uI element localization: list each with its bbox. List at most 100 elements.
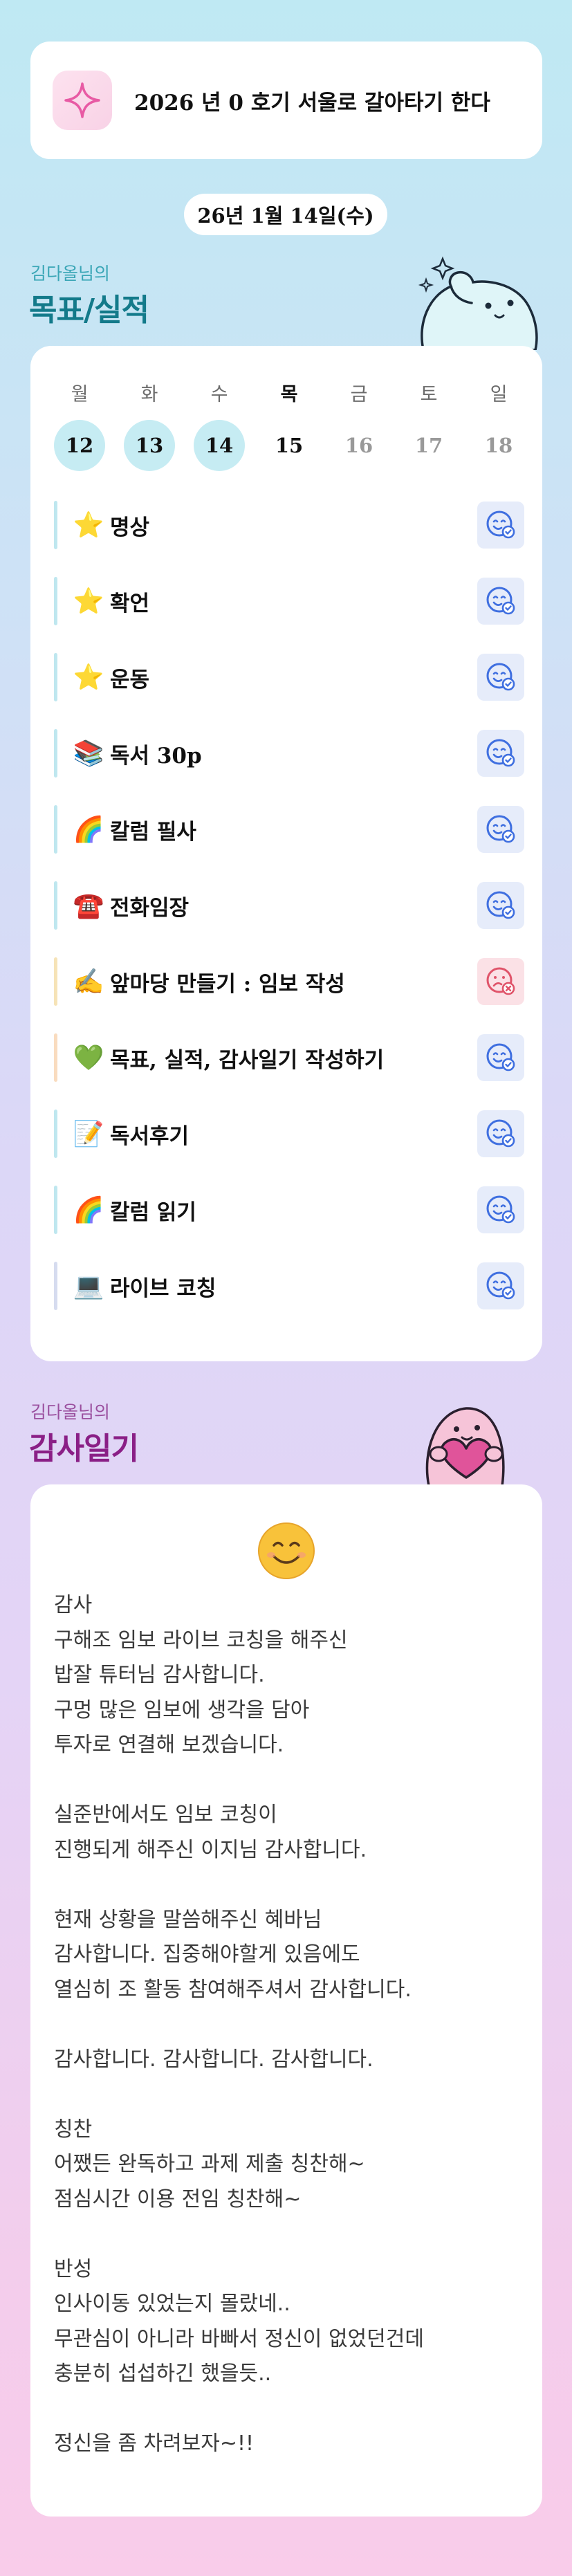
journal-line: 점심시간 이용 전임 칭찬해~ (54, 2187, 302, 2211)
journal-card: 감사구해조 임보 라이브 코칭을 해주신밥잘 튜터님 감사합니다. 구멍 많은 임… (30, 1484, 542, 2517)
weekday-sat: 토 (420, 384, 438, 405)
journal-line: 구멍 많은 임보에 생각을 담아 (54, 1698, 310, 1722)
goal-text: 2026 년 0 호기 서울로 갈아타기 한다 (134, 90, 490, 116)
gratitude-section-title: 감사일기 (29, 1431, 139, 1466)
task-label: 라이브 코칭 (110, 1276, 216, 1301)
task-accent-bar (54, 501, 57, 549)
task-label: 칼럼 필사 (110, 819, 196, 845)
task-row[interactable]: 📚 독서 30p (54, 728, 524, 779)
task-status-done-icon[interactable] (477, 1186, 524, 1233)
journal-line: 밥잘 튜터님 감사합니다. (54, 1663, 265, 1687)
task-label: 명상 (110, 515, 150, 540)
journal-line (54, 1868, 524, 1903)
task-accent-bar (54, 1110, 57, 1158)
heart-mascot-icon (425, 1407, 505, 1486)
task-accent-bar (54, 1033, 57, 1082)
task-label: 앞마당 만들기 : 임보 작성 (110, 971, 345, 997)
task-label: 운동 (110, 667, 150, 692)
task-status-done-icon[interactable] (477, 806, 524, 853)
task-emoji-icon: ✍️ (73, 968, 104, 996)
task-accent-bar (54, 881, 57, 930)
task-row[interactable]: ⭐ 운동 (54, 652, 524, 703)
journal-line (54, 2007, 524, 2043)
task-row[interactable]: ⭐ 확언 (54, 576, 524, 627)
task-row[interactable]: 📝 독서후기 (54, 1108, 524, 1159)
journal-line: 투자로 연결해 보겠습니다. (54, 1733, 284, 1757)
task-status-done-icon[interactable] (477, 882, 524, 929)
task-accent-bar (54, 805, 57, 854)
journal-line: 칭찬 (54, 2117, 93, 2142)
day-16[interactable]: 16 (333, 420, 385, 471)
task-emoji-icon: 🌈 (73, 1196, 104, 1224)
weekday-mon: 월 (71, 384, 89, 405)
task-emoji-icon: 🌈 (73, 816, 104, 844)
day-13[interactable]: 13 (124, 420, 175, 471)
journal-line: 감사 (54, 1593, 93, 1617)
day-18[interactable]: 18 (473, 420, 524, 471)
task-row[interactable]: 🌈 칼럼 필사 (54, 804, 524, 855)
weekday-wed: 수 (210, 384, 228, 405)
task-row[interactable]: ⭐ 명상 (54, 499, 524, 551)
sparkle-icon (53, 71, 112, 130)
journal-line (54, 2392, 524, 2427)
gratitude-owner-label: 김다올님의 (30, 1402, 111, 1422)
task-row[interactable]: 💚 목표, 실적, 감사일기 작성하기 (54, 1032, 524, 1083)
journal-line: 반성 (54, 2256, 93, 2281)
journal-body: 감사구해조 임보 라이브 코칭을 해주신밥잘 튜터님 감사합니다. 구멍 많은 임… (54, 1588, 524, 2462)
journal-line: 충분히 섭섭하긴 했을듯.. (54, 2362, 272, 2386)
journal-line: 어쨌든 완독하고 과제 제출 칭찬해~ (54, 2152, 365, 2176)
task-status-done-icon[interactable] (477, 730, 524, 777)
task-row[interactable]: ✍️ 앞마당 만들기 : 임보 작성 (54, 956, 524, 1007)
task-status-failed-icon[interactable] (477, 958, 524, 1005)
task-label: 칼럼 읽기 (110, 1199, 196, 1225)
goals-owner-label: 김다올님의 (30, 264, 111, 284)
task-status-done-icon[interactable] (477, 502, 524, 549)
task-status-done-icon[interactable] (477, 654, 524, 701)
task-accent-bar (54, 1186, 57, 1234)
journal-line: 구해조 임보 라이브 코칭을 해주신 (54, 1628, 348, 1653)
day-number-row: 12 13 14 15 16 17 18 (54, 420, 524, 471)
weekday-thu: 목 (280, 384, 298, 405)
journal-line: 실준반에서도 임보 코칭이 (54, 1803, 277, 1827)
task-label: 확언 (110, 591, 150, 616)
goals-section-title: 목표/실적 (29, 293, 149, 328)
ghost-mascot-icon (418, 256, 538, 350)
task-accent-bar (54, 729, 57, 778)
task-accent-bar (54, 653, 57, 701)
journal-line: 감사합니다. 감사합니다. 감사합니다. (54, 2047, 373, 2072)
journal-line: 진행되게 해주신 이지님 감사합니다. (54, 1837, 367, 1862)
journal-line (54, 2217, 524, 2252)
task-row[interactable]: ☎️ 전화임장 (54, 880, 524, 931)
weekday-tue: 화 (140, 384, 158, 405)
task-emoji-icon: ⭐ (73, 511, 104, 540)
day-14[interactable]: 14 (194, 420, 245, 471)
task-label: 목표, 실적, 감사일기 작성하기 (110, 1047, 385, 1073)
task-emoji-icon: ⭐ (73, 587, 104, 616)
journal-line: 정신을 좀 차려보자~!! (54, 2431, 255, 2456)
task-status-done-icon[interactable] (477, 1262, 524, 1309)
day-17[interactable]: 17 (403, 420, 454, 471)
day-15[interactable]: 15 (264, 420, 315, 471)
journal-line (54, 1763, 524, 1798)
journal-line (54, 2077, 524, 2113)
mood-icon (257, 1522, 315, 1580)
journal-line: 인사이동 있었는지 몰랐네.. (54, 2292, 290, 2316)
goals-card: 월 화 수 목 금 토 일 12 13 14 15 16 17 18 ⭐ 명상 ⭐ 확… (30, 346, 542, 1361)
task-label: 독서 30p (110, 743, 202, 769)
journal-line: 무관심이 아니라 바빠서 정신이 없었던건데 (54, 2326, 424, 2351)
task-row[interactable]: 🌈 칼럼 읽기 (54, 1184, 524, 1235)
task-label: 독서후기 (110, 1123, 190, 1149)
journal-line: 현재 상황을 말씀해주신 혜바님 (54, 1907, 322, 1932)
task-status-done-icon[interactable] (477, 1110, 524, 1157)
task-emoji-icon: 💻 (73, 1272, 104, 1300)
task-status-done-icon[interactable] (477, 1034, 524, 1081)
journal-line: 감사합니다. 집중해야할게 있음에도 (54, 1942, 360, 1967)
task-row[interactable]: 💻 라이브 코칭 (54, 1260, 524, 1312)
task-emoji-icon: 📚 (73, 739, 104, 768)
weekday-fri: 금 (350, 384, 368, 405)
weekday-sun: 일 (490, 384, 508, 405)
day-12[interactable]: 12 (54, 420, 105, 471)
task-accent-bar (54, 957, 57, 1006)
goal-banner: 2026 년 0 호기 서울로 갈아타기 한다 (30, 42, 542, 159)
task-status-done-icon[interactable] (477, 578, 524, 625)
